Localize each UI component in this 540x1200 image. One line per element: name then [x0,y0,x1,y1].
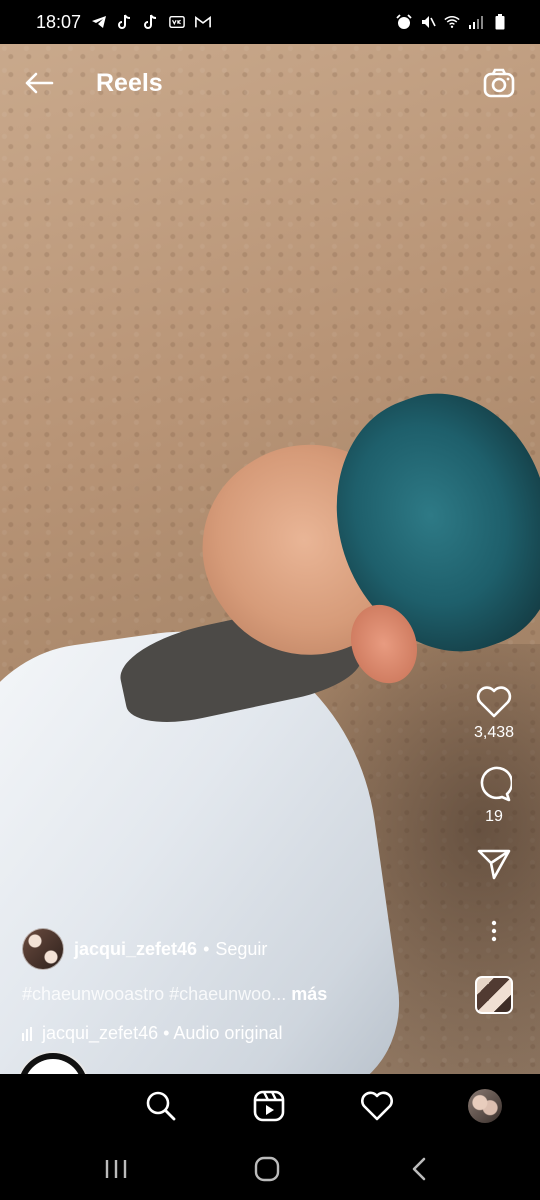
separator-dot: • [203,938,210,959]
like-count: 3,438 [473,724,515,741]
side-actions: 3,438 19 [464,686,524,1014]
arrow-left-icon [25,72,54,94]
nav-activity[interactable] [359,1088,395,1124]
camera-button[interactable] [482,66,516,100]
comment-icon [480,766,512,802]
recents-button[interactable] [101,1154,131,1184]
status-left: 18:07 [36,12,211,33]
avatar[interactable] [22,928,64,970]
status-time: 18:07 [36,11,82,32]
vk-icon [169,14,185,30]
reels-header: Reels [0,44,540,122]
reels-icon [253,1090,285,1122]
more-link[interactable]: más [291,984,327,1004]
alarm-icon [396,14,412,30]
home-button[interactable] [252,1154,282,1184]
battery-icon [492,14,508,30]
follow-button[interactable]: Seguir [215,939,267,960]
tiktok-icon [117,14,133,30]
nav-profile[interactable] [467,1088,503,1124]
system-back-button[interactable] [404,1154,434,1184]
username[interactable]: jacqui_zefet46 [74,939,197,960]
signal-icon [468,14,484,30]
status-right [396,14,508,30]
search-icon [146,1091,176,1121]
bottom-nav [0,1074,540,1138]
more-vertical-icon [491,920,497,942]
like-button[interactable]: 3,438 [474,686,514,742]
gmail-icon [195,14,211,30]
audio-thumbnail-button[interactable] [475,976,513,1014]
hashtags[interactable]: #chaeunwooastro #chaeunwoo... [22,984,286,1004]
system-nav [0,1138,540,1200]
more-options-button[interactable] [490,920,498,942]
chevron-left-icon [412,1157,426,1181]
camera-icon [483,68,515,98]
audio-label[interactable]: jacqui_zefet46 • Audio original [42,1023,282,1044]
heart-icon [361,1091,393,1121]
comment-button[interactable]: 19 [476,766,512,826]
mute-icon [420,14,436,30]
comment-count: 19 [485,808,503,825]
nav-reels[interactable] [251,1088,287,1124]
audio-bars-icon [22,1026,36,1041]
audio-thumbnail [475,976,513,1014]
page-title: Reels [96,68,163,97]
recents-icon [105,1160,127,1178]
telegram-icon [91,14,107,30]
profile-avatar [468,1089,502,1123]
reel-video[interactable] [0,44,540,1074]
home-icon [254,1156,280,1182]
post-caption: jacqui_zefet46 • Seguir #chaeunwooastro … [22,928,462,1044]
status-bar: 18:07 [0,0,540,44]
heart-icon [476,686,512,718]
nav-search[interactable] [143,1088,179,1124]
user-row: jacqui_zefet46 • Seguir [22,928,462,970]
back-button[interactable] [24,68,54,98]
wifi-icon [444,14,460,30]
caption-text[interactable]: #chaeunwooastro #chaeunwoo... más [22,984,462,1005]
share-button[interactable] [477,848,511,880]
audio-row[interactable]: jacqui_zefet46 • Audio original [22,1023,462,1044]
send-icon [477,849,511,880]
tiktok-icon [143,14,159,30]
